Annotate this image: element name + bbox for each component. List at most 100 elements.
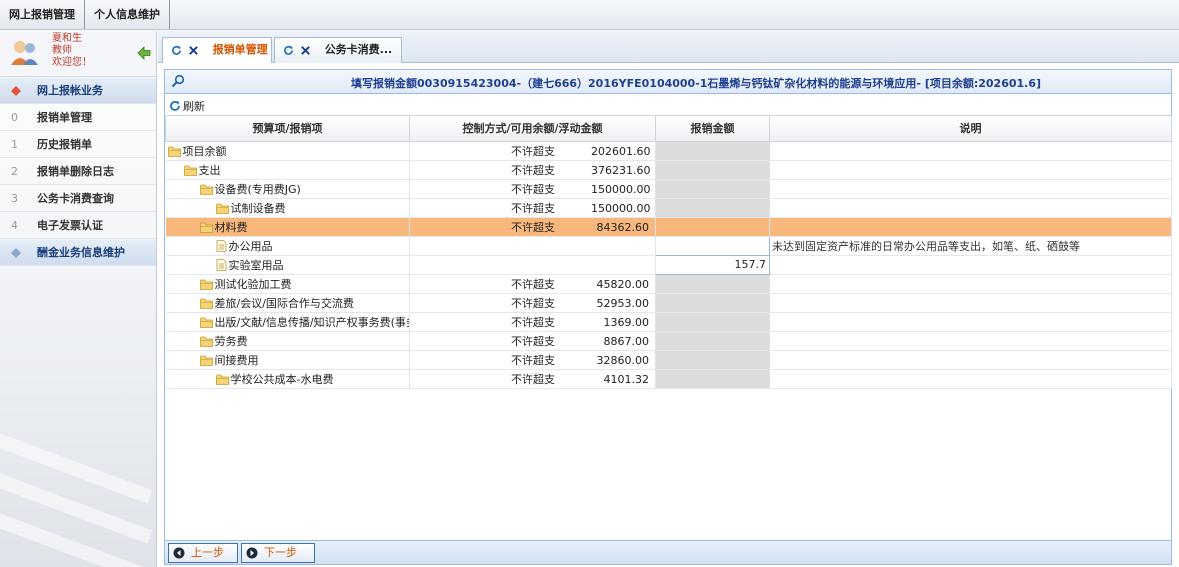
budget-item-cell: 支出 — [165, 160, 410, 180]
control-cell: 不许超支 202601.60 — [409, 141, 656, 161]
control-mode: 不许超支 — [511, 315, 555, 329]
next-step-button[interactable]: 下一步 — [241, 543, 315, 563]
refresh-icon[interactable] — [171, 45, 182, 56]
close-icon[interactable] — [300, 45, 311, 56]
sidebar-section-remuneration[interactable]: 酬金业务信息维护 — [0, 240, 156, 266]
table-row[interactable]: 测试化验加工费 不许超支 45820.00 — [165, 273, 1172, 294]
sidebar-item-delete-log[interactable]: 2 报销单删除日志 — [0, 159, 156, 185]
budget-item-name: 出版/文献/信息传播/知识产权事务费(事务费 — [214, 315, 410, 329]
refresh-icon — [170, 101, 180, 111]
tab-card-consumption[interactable]: 公务卡消费... — [274, 37, 402, 63]
table-row[interactable]: 项目余额 不许超支 202601.60 — [165, 140, 1172, 161]
menu-online-reimbursement[interactable]: 网上报销管理 — [0, 0, 85, 29]
diamond-icon — [11, 86, 21, 96]
control-cell: 不许超支 1369.00 — [409, 312, 656, 332]
available-balance: 150000.00 — [591, 201, 651, 215]
description-cell — [769, 255, 1172, 275]
menu-personal-info[interactable]: 个人信息维护 — [85, 0, 170, 29]
available-balance: 150000.00 — [591, 182, 651, 196]
col-header-control: 控制方式/可用余额/浮动金额 — [409, 116, 656, 142]
budget-item-name: 支出 — [198, 163, 221, 177]
description-cell — [769, 274, 1172, 294]
table-row[interactable]: 差旅/会议/国际合作与交流费 不许超支 52953.00 — [165, 292, 1172, 313]
sidebar-item-e-invoice[interactable]: 4 电子发票认证 — [0, 213, 156, 239]
welcome-text: 欢迎您！ — [52, 57, 92, 68]
claim-amount-input — [655, 159, 770, 180]
table-row[interactable]: 实验室用品 157.7 — [165, 254, 1172, 275]
control-cell: 不许超支 4101.32 — [409, 369, 656, 389]
table-row[interactable]: 间接费用 不许超支 32860.00 — [165, 349, 1172, 370]
description-cell — [769, 198, 1172, 218]
budget-item-cell: 劳务费 — [165, 331, 410, 351]
control-cell: 不许超支 150000.00 — [409, 198, 656, 218]
description-cell — [769, 179, 1172, 199]
table-row[interactable]: 设备费(专用费JG) 不许超支 150000.00 — [165, 178, 1172, 199]
table-row[interactable]: 支出 不许超支 376231.60 — [165, 159, 1172, 180]
budget-item-name: 实验室用品 — [228, 258, 284, 272]
available-balance: 8867.00 — [603, 334, 650, 348]
panel-title-bar: 填写报销金额0030915423004-（建七666）2016YFE010400… — [165, 70, 1171, 94]
folder-icon — [215, 203, 229, 214]
description-cell — [769, 331, 1172, 351]
table-row[interactable]: 办公用品 未达到固定资产标准的日常办公用品等支出，如笔、纸、硒鼓等 — [165, 235, 1172, 256]
budget-item-cell: 办公用品 — [165, 236, 410, 256]
claim-amount-input — [655, 140, 770, 161]
available-balance: 84362.60 — [596, 220, 650, 234]
folder-icon — [215, 374, 229, 385]
sidebar-item-reimbursement-manage[interactable]: 0 报销单管理 — [0, 105, 156, 131]
table-row[interactable]: 材料费 不许超支 84362.60 — [165, 216, 1172, 237]
col-header-claim-amount: 报销金额 — [655, 116, 770, 142]
claim-amount-input[interactable]: 157.7 — [655, 254, 770, 275]
tab-bar: 报销单管理 公务卡消费... — [158, 31, 1179, 63]
claim-amount-input — [655, 292, 770, 313]
folder-icon — [199, 317, 213, 328]
budget-item-name: 学校公共成本-水电费 — [230, 372, 334, 386]
description-cell — [769, 217, 1172, 237]
budget-item-cell: 材料费 — [165, 217, 410, 237]
budget-table: 预算项/报销项 控制方式/可用余额/浮动金额 报销金额 说明 项目余额 不许超支 2… — [165, 116, 1172, 389]
available-balance: 45820.00 — [596, 277, 650, 291]
budget-item-name: 测试化验加工费 — [214, 277, 292, 291]
arrow-right-icon — [246, 547, 258, 559]
budget-item-cell: 试制设备费 — [165, 198, 410, 218]
tab-reimbursement-manage[interactable]: 报销单管理 — [162, 37, 272, 63]
table-row[interactable]: 试制设备费 不许超支 150000.00 — [165, 197, 1172, 218]
sidebar-section-reimbursement[interactable]: 网上报帐业务 — [0, 78, 156, 104]
sidebar-item-history[interactable]: 1 历史报销单 — [0, 132, 156, 158]
prev-step-button[interactable]: 上一步 — [168, 543, 238, 563]
close-icon[interactable] — [188, 45, 199, 56]
description-cell — [769, 350, 1172, 370]
claim-amount-input — [655, 368, 770, 389]
folder-icon — [199, 355, 213, 366]
panel-title: 填写报销金额0030915423004-（建七666）2016YFE010400… — [351, 77, 1042, 90]
refresh-button[interactable]: 刷新 — [169, 98, 205, 114]
panel-toolbar: 刷新 — [165, 94, 1171, 116]
table-row[interactable]: 出版/文献/信息传播/知识产权事务费(事务费 不许超支 1369.00 — [165, 311, 1172, 332]
collapse-arrow-icon[interactable] — [137, 46, 151, 60]
table-row[interactable]: 劳务费 不许超支 8867.00 — [165, 330, 1172, 351]
description-cell — [769, 160, 1172, 180]
budget-item-name: 设备费(专用费JG) — [214, 182, 301, 196]
available-balance: 4101.32 — [603, 372, 650, 386]
top-menu-bar: 网上报销管理 个人信息维护 — [0, 0, 1179, 30]
folder-icon — [167, 146, 181, 157]
sidebar-item-card-query[interactable]: 3 公务卡消费查询 — [0, 186, 156, 212]
sidebar: 夏和生 教师 欢迎您！ 网上报帐业务 0 报销单管理 1 历史报销单 2 报销单… — [0, 31, 157, 567]
panel-footer: 上一步 下一步 — [165, 540, 1171, 564]
refresh-icon[interactable] — [283, 45, 294, 56]
user-role: 教师 — [52, 45, 72, 56]
control-cell: 不许超支 376231.60 — [409, 160, 656, 180]
user-box: 夏和生 教师 欢迎您！ — [0, 31, 156, 77]
budget-item-cell: 学校公共成本-水电费 — [165, 369, 410, 389]
folder-icon — [199, 298, 213, 309]
table-row[interactable]: 学校公共成本-水电费 不许超支 4101.32 — [165, 368, 1172, 389]
available-balance: 32860.00 — [596, 353, 650, 367]
control-cell — [409, 236, 656, 256]
description-cell — [769, 369, 1172, 389]
folder-icon — [199, 222, 213, 233]
claim-amount-input[interactable] — [655, 235, 770, 256]
budget-item-name: 间接费用 — [214, 353, 259, 367]
control-cell: 不许超支 32860.00 — [409, 350, 656, 370]
search-icon[interactable] — [171, 74, 185, 88]
control-mode: 不许超支 — [511, 182, 555, 196]
